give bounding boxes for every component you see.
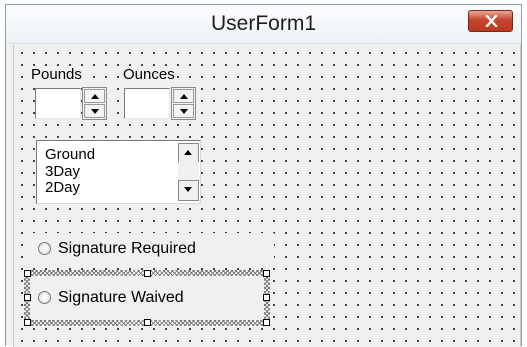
window-title: UserForm1 bbox=[210, 12, 316, 35]
radio-circle-icon bbox=[38, 242, 51, 255]
radio-circle-icon bbox=[38, 291, 51, 304]
triangle-down-icon bbox=[91, 109, 99, 114]
ounces-textbox[interactable] bbox=[124, 88, 170, 119]
listbox-scroll-down[interactable] bbox=[178, 180, 199, 201]
pounds-label[interactable]: Pounds bbox=[29, 66, 84, 83]
ounces-spin-button[interactable] bbox=[171, 87, 196, 120]
pounds-textbox[interactable] bbox=[35, 88, 81, 119]
triangle-up-icon bbox=[180, 94, 188, 99]
shipping-listbox[interactable]: Ground 3Day 2Day bbox=[36, 140, 201, 204]
resize-handle[interactable] bbox=[24, 294, 31, 301]
resize-handle[interactable] bbox=[144, 319, 151, 326]
close-x-icon bbox=[485, 15, 498, 27]
listbox-scroll-track[interactable] bbox=[178, 162, 199, 181]
signature-required-option[interactable]: Signature Required bbox=[29, 233, 274, 263]
resize-handle[interactable] bbox=[263, 319, 270, 326]
ounces-spin-up[interactable] bbox=[173, 89, 194, 103]
signature-required-label: Signature Required bbox=[58, 240, 196, 257]
pounds-spin-button[interactable] bbox=[82, 87, 107, 120]
listbox-scroll-up[interactable] bbox=[178, 143, 199, 164]
resize-handle[interactable] bbox=[263, 270, 270, 277]
selection-frame[interactable]: Signature Waived bbox=[24, 270, 270, 326]
ounces-label[interactable]: Ounces bbox=[121, 66, 177, 83]
resize-handle[interactable] bbox=[144, 270, 151, 277]
signature-waived-label: Signature Waived bbox=[58, 289, 184, 306]
resize-handle[interactable] bbox=[24, 319, 31, 326]
list-item[interactable]: Ground bbox=[45, 146, 95, 163]
triangle-up-icon bbox=[184, 150, 192, 155]
form-design-canvas[interactable]: Pounds Ounces Ground 3Day 2Day Signature… bbox=[13, 45, 521, 347]
resize-handle[interactable] bbox=[263, 294, 270, 301]
userform-window: UserForm1 Pounds Ounces Ground 3Day 2Day bbox=[5, 4, 522, 347]
triangle-up-icon bbox=[91, 94, 99, 99]
title-bar[interactable]: UserForm1 bbox=[6, 5, 521, 44]
ounces-spin-down[interactable] bbox=[173, 104, 194, 118]
pounds-spin-up[interactable] bbox=[84, 89, 105, 103]
resize-handle[interactable] bbox=[24, 270, 31, 277]
pounds-spin-down[interactable] bbox=[84, 104, 105, 118]
signature-waived-option[interactable]: Signature Waived bbox=[30, 276, 264, 320]
list-item[interactable]: 2Day bbox=[45, 179, 80, 196]
triangle-down-icon bbox=[180, 109, 188, 114]
list-item[interactable]: 3Day bbox=[45, 163, 80, 180]
close-button[interactable] bbox=[468, 10, 513, 32]
triangle-down-icon bbox=[184, 187, 192, 192]
